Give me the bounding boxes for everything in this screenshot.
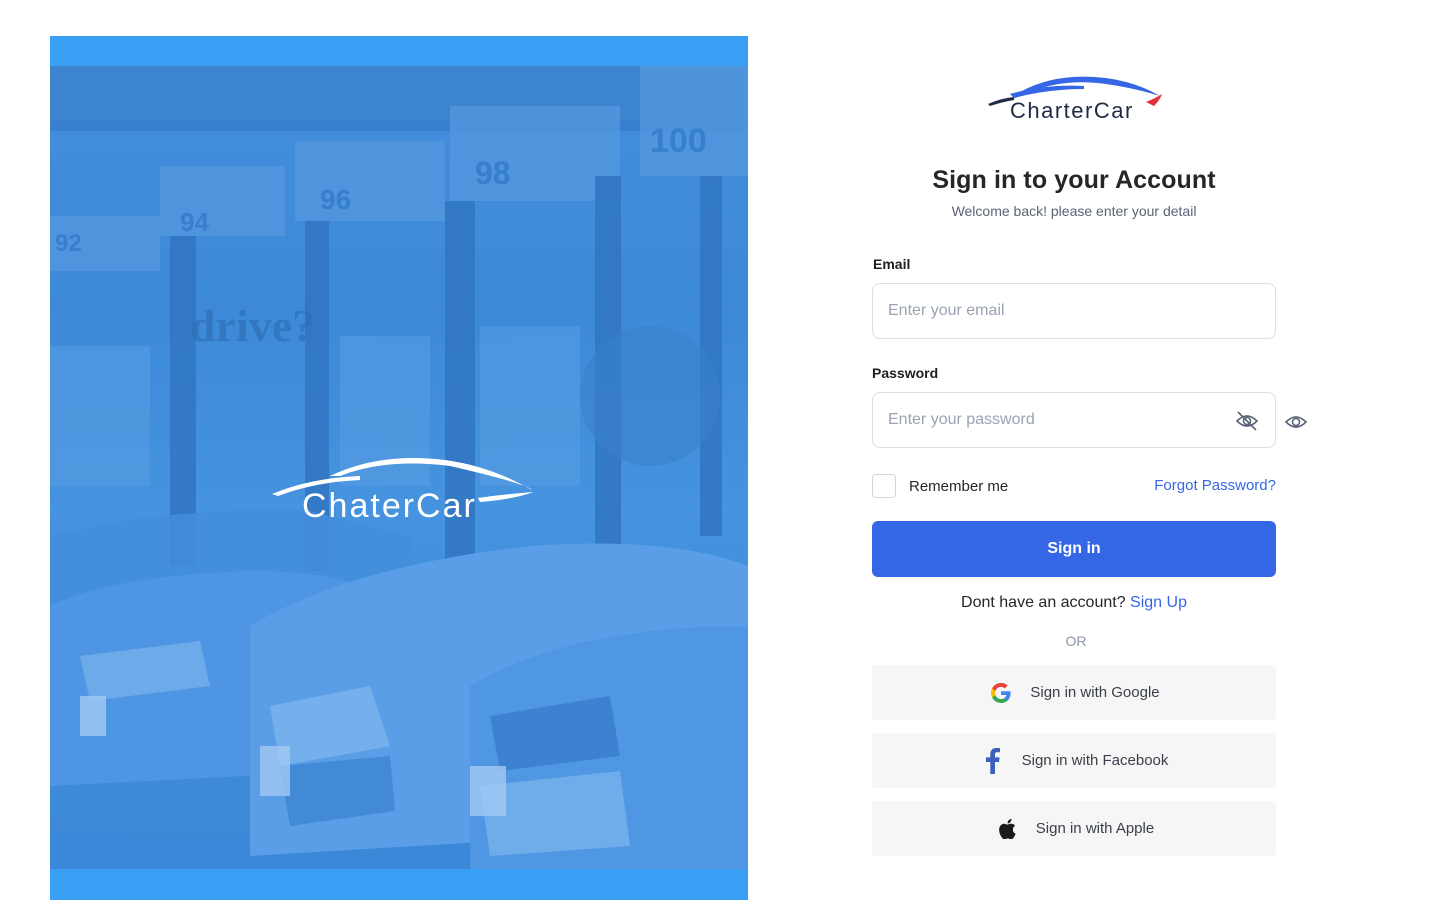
remember-checkbox[interactable]	[872, 474, 896, 498]
or-divider: OR	[1065, 633, 1087, 649]
password-input[interactable]: Enter your password	[872, 392, 1276, 448]
facebook-icon	[980, 747, 1006, 774]
hero-panel: 92 94 96 98 100 drive? ChaterCar	[50, 36, 748, 900]
page-subtitle: Welcome back! please enter your detail	[951, 203, 1197, 219]
apple-icon	[994, 816, 1020, 842]
page-title: Sign in to your Account	[932, 166, 1216, 194]
email-label: Email	[873, 256, 911, 272]
google-icon	[988, 680, 1014, 706]
brand-logo: CharterCar	[988, 76, 1162, 123]
apple-signin-button[interactable]: Sign in with Apple	[872, 801, 1276, 856]
forgot-password-link[interactable]: Forgot Password?	[1154, 477, 1276, 494]
google-signin-button[interactable]: Sign in with Google	[872, 665, 1276, 720]
password-label: Password	[872, 365, 939, 381]
signup-link[interactable]: Sign Up	[1130, 594, 1187, 611]
password-placeholder: Enter your password	[888, 411, 1035, 428]
remember-me[interactable]: Remember me	[872, 474, 1008, 498]
eye-off-icon[interactable]	[1235, 409, 1259, 433]
signup-row: Dont have an account? Sign Up	[872, 594, 1276, 612]
eye-icon[interactable]	[1284, 411, 1308, 433]
apple-signin-label: Sign in with Apple	[1035, 820, 1155, 837]
facebook-signin-button[interactable]: Sign in with Facebook	[872, 733, 1276, 788]
signin-form: CharterCar Sign in to your Account Welco…	[872, 70, 1308, 856]
hero-logo: ChaterCar	[272, 458, 534, 525]
google-signin-label: Sign in with Google	[1030, 684, 1160, 701]
email-placeholder: Enter your email	[888, 302, 1005, 319]
signup-prompt: Dont have an account?	[961, 594, 1131, 611]
remember-label: Remember me	[909, 477, 1009, 495]
hero-brand-text: ChaterCar	[302, 487, 477, 525]
email-input[interactable]: Enter your email	[872, 283, 1276, 339]
brand-text: CharterCar	[1010, 98, 1134, 123]
signin-button[interactable]: Sign in	[872, 521, 1276, 577]
facebook-signin-label: Sign in with Facebook	[1021, 752, 1169, 769]
